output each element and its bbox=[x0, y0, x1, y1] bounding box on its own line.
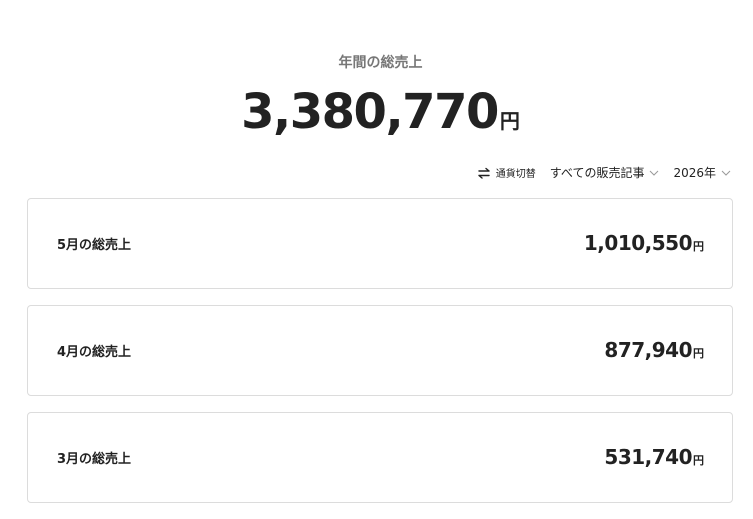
annual-sales-amount: 3,380,770 bbox=[241, 84, 499, 140]
monthly-sales-label: 4月の総売上 bbox=[57, 345, 132, 360]
currency-switch-button[interactable]: 通貨切替 bbox=[476, 165, 536, 180]
monthly-sales-card[interactable]: 4月の総売上 877,940円 bbox=[27, 305, 733, 396]
monthly-sales-label: 3月の総売上 bbox=[57, 452, 132, 467]
chevron-down-icon bbox=[650, 170, 659, 176]
monthly-sales-unit: 円 bbox=[693, 454, 704, 467]
monthly-sales-unit: 円 bbox=[693, 240, 704, 253]
article-filter-label: すべての販売記事 bbox=[549, 166, 645, 180]
monthly-sales-amount: 1,010,550 bbox=[583, 231, 693, 255]
year-select-dropdown[interactable]: 2026年 bbox=[673, 164, 731, 181]
currency-switch-label: 通貨切替 bbox=[495, 169, 536, 180]
sales-controls: 通貨切替 すべての販売記事 2026年 bbox=[476, 164, 731, 181]
monthly-sales-card[interactable]: 3月の総売上 531,740円 bbox=[27, 412, 733, 503]
monthly-sales-value: 877,940円 bbox=[604, 338, 704, 362]
year-select-label: 2026年 bbox=[673, 166, 716, 180]
article-filter-dropdown[interactable]: すべての販売記事 bbox=[550, 164, 660, 181]
annual-sales-label: 年間の総売上 bbox=[338, 55, 423, 71]
monthly-sales-card[interactable]: 5月の総売上 1,010,550円 bbox=[27, 198, 733, 289]
monthly-sales-value: 531,740円 bbox=[604, 445, 704, 469]
monthly-sales-label: 5月の総売上 bbox=[57, 238, 132, 253]
monthly-sales-unit: 円 bbox=[693, 347, 704, 360]
monthly-sales-list: 5月の総売上 1,010,550円 4月の総売上 877,940円 3月の総売上… bbox=[27, 198, 733, 519]
monthly-sales-value: 1,010,550円 bbox=[584, 231, 704, 255]
chevron-down-icon bbox=[721, 170, 731, 176]
annual-sales-total: 3,380,770 円 bbox=[0, 84, 753, 140]
monthly-sales-amount: 531,740 bbox=[604, 445, 692, 469]
annual-sales-unit: 円 bbox=[499, 109, 520, 133]
swap-arrows-icon bbox=[478, 167, 490, 179]
monthly-sales-amount: 877,940 bbox=[604, 338, 692, 362]
